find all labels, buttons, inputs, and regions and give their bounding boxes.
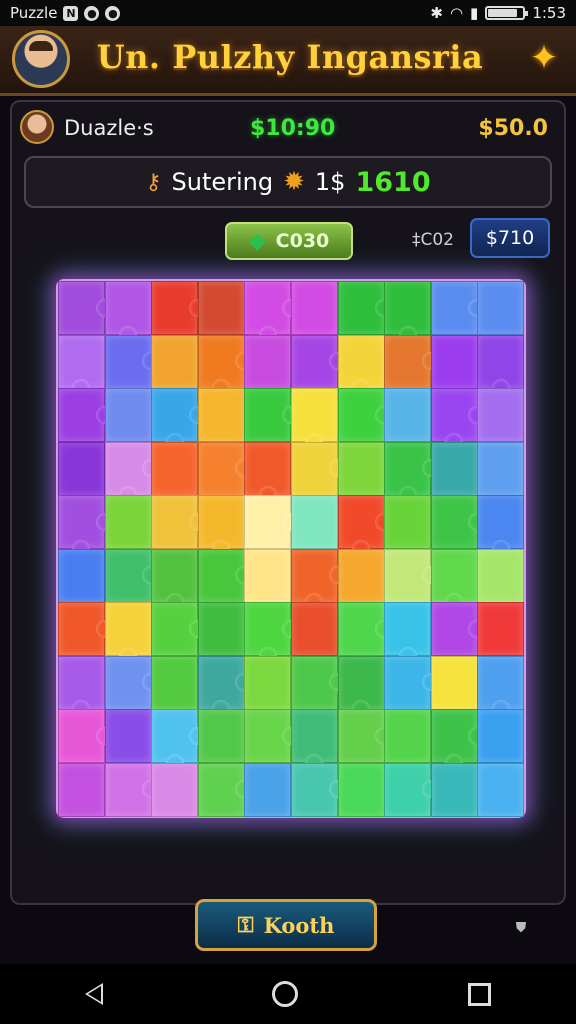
puzzle-piece[interactable] bbox=[197, 709, 245, 763]
puzzle-piece[interactable] bbox=[477, 762, 525, 817]
puzzle-piece[interactable] bbox=[477, 548, 525, 603]
bottom-button-label: Kooth bbox=[263, 912, 335, 938]
puzzle-board[interactable] bbox=[56, 279, 526, 818]
money-gold: $50.0 bbox=[478, 116, 548, 141]
puzzle-piece[interactable] bbox=[197, 388, 245, 442]
puzzle-piece[interactable] bbox=[244, 548, 292, 603]
coin-label: C030 bbox=[275, 230, 330, 252]
puzzle-piece[interactable] bbox=[337, 762, 385, 817]
nav-bar bbox=[0, 964, 576, 1024]
puzzle-piece[interactable] bbox=[384, 709, 432, 763]
player-mini-avatar[interactable] bbox=[20, 110, 54, 144]
puzzle-piece[interactable] bbox=[477, 602, 525, 656]
gear-icon: ✹ bbox=[283, 167, 305, 197]
cost-label: ‡C02 bbox=[412, 230, 455, 250]
puzzle-piece[interactable] bbox=[291, 495, 338, 549]
info-bar: Duazle·s $10:90 $50.0 bbox=[20, 106, 556, 150]
home-icon[interactable] bbox=[272, 981, 299, 1007]
puzzle-piece[interactable] bbox=[337, 548, 385, 603]
bluetooth-icon: ✱ bbox=[430, 4, 443, 22]
puzzle-piece[interactable] bbox=[104, 388, 152, 442]
puzzle-piece[interactable] bbox=[197, 281, 245, 335]
score-label: Sutering bbox=[171, 168, 274, 196]
app-label: Puzzle bbox=[10, 4, 58, 22]
score-value: 1610 bbox=[355, 166, 431, 198]
puzzle-piece[interactable] bbox=[384, 388, 432, 442]
price-button[interactable]: $710 bbox=[470, 218, 550, 258]
puzzle-piece[interactable] bbox=[244, 334, 292, 389]
key-icon: ⚿ bbox=[237, 912, 254, 937]
puzzle-piece[interactable] bbox=[477, 281, 525, 335]
clock: 1:53 bbox=[532, 4, 566, 22]
shield-icon[interactable]: ⛊ bbox=[514, 920, 528, 936]
puzzle-piece[interactable] bbox=[151, 334, 199, 389]
score-bar: ⚷ Sutering ✹ 1$ 1610 bbox=[24, 156, 552, 208]
puzzle-piece[interactable] bbox=[430, 334, 478, 389]
puzzle-piece[interactable] bbox=[244, 762, 292, 817]
wifi-icon: ◠ bbox=[449, 4, 464, 22]
puzzle-piece[interactable] bbox=[197, 602, 245, 656]
back-icon[interactable] bbox=[84, 983, 103, 1005]
battery-icon bbox=[485, 6, 529, 20]
puzzle-piece[interactable] bbox=[104, 495, 152, 549]
notification-icon: N bbox=[63, 5, 79, 21]
puzzle-piece[interactable] bbox=[477, 709, 525, 763]
puzzle-piece[interactable] bbox=[244, 655, 292, 710]
puzzle-piece[interactable] bbox=[104, 709, 152, 763]
player-avatar[interactable] bbox=[12, 30, 70, 88]
star-icon[interactable]: ✦ bbox=[526, 40, 562, 76]
puzzle-piece[interactable] bbox=[58, 762, 105, 817]
coin-button[interactable]: ◆ C030 bbox=[225, 222, 353, 260]
puzzle-piece[interactable] bbox=[430, 655, 478, 710]
puzzle-piece[interactable] bbox=[384, 495, 432, 549]
record-icon: ● bbox=[84, 5, 100, 21]
puzzle-piece[interactable] bbox=[477, 441, 525, 496]
wrench-icon: ⚷ bbox=[145, 169, 162, 195]
puzzle-piece[interactable] bbox=[337, 441, 385, 496]
status-bar: Puzzle N ● ● ✱ ◠ ▮ 1:53 bbox=[0, 0, 576, 26]
puzzle-piece[interactable] bbox=[291, 281, 338, 335]
puzzle-piece[interactable] bbox=[430, 441, 478, 496]
score-separator: 1$ bbox=[314, 168, 346, 196]
puzzle-piece[interactable] bbox=[477, 388, 525, 442]
diamond-icon: ◆ bbox=[248, 228, 266, 254]
bottom-action-button[interactable]: ⚿ Kooth bbox=[195, 899, 377, 951]
puzzle-piece[interactable] bbox=[151, 441, 199, 496]
signal-icon: ▮ bbox=[470, 4, 479, 22]
puzzle-piece[interactable] bbox=[291, 602, 338, 656]
puzzle-piece[interactable] bbox=[58, 548, 105, 603]
puzzle-piece[interactable] bbox=[58, 441, 105, 496]
player-name: Duazle·s bbox=[64, 116, 154, 140]
puzzle-piece[interactable] bbox=[151, 762, 199, 817]
money-green: $10:90 bbox=[250, 116, 336, 141]
puzzle-piece[interactable] bbox=[430, 762, 478, 817]
game-header: Un. Pulzhy Ingansria ✦ bbox=[0, 26, 576, 96]
record-icon: ● bbox=[105, 5, 121, 21]
puzzle-piece[interactable] bbox=[151, 655, 199, 710]
game-title: Un. Pulzhy Ingansria bbox=[96, 38, 484, 76]
recent-apps-icon[interactable] bbox=[468, 982, 492, 1006]
